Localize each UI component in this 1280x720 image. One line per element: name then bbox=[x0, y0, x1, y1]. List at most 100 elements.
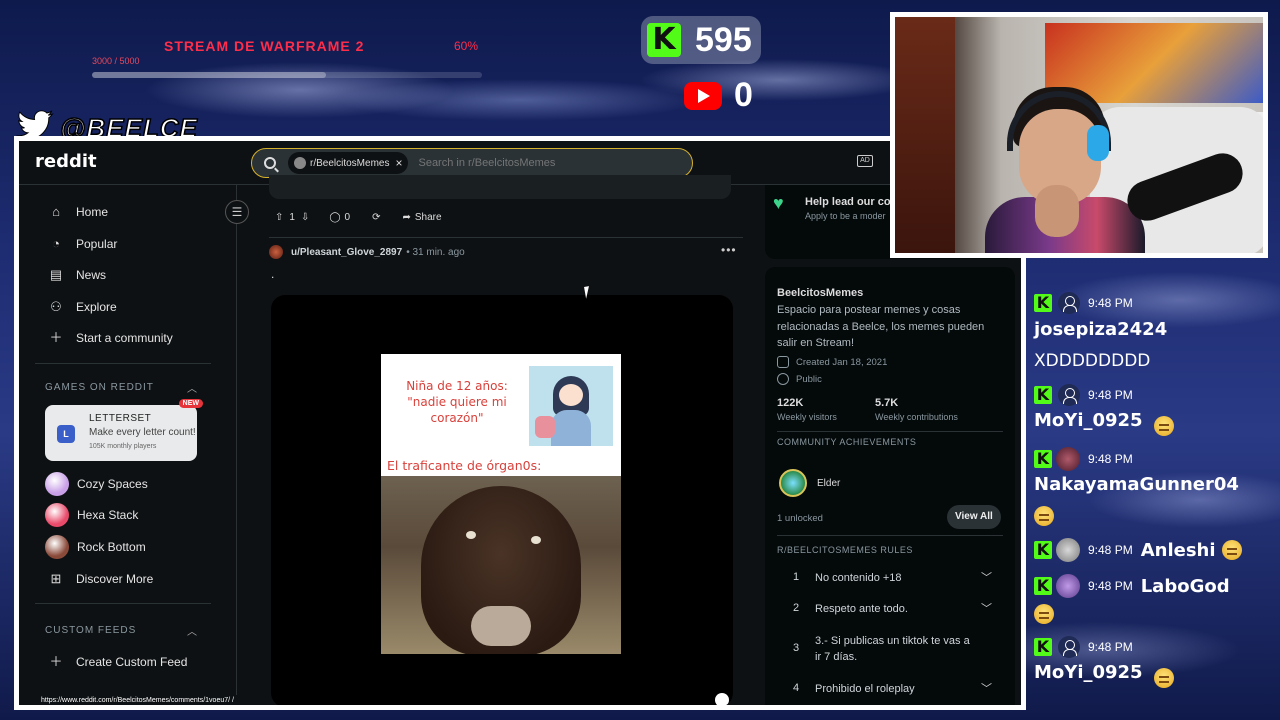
collapse-sidebar-button[interactable]: ☰ bbox=[225, 200, 249, 224]
sidebar-item-label: Rock Bottom bbox=[77, 540, 146, 554]
cozy-spaces-icon bbox=[45, 472, 69, 496]
letterset-icon: L bbox=[57, 425, 75, 443]
achievement-name: Elder bbox=[817, 478, 841, 489]
elder-badge-icon bbox=[779, 469, 807, 497]
achievements-heading: COMMUNITY ACHIEVEMENTS bbox=[777, 437, 917, 447]
chat-username: Anleshi bbox=[1140, 539, 1216, 561]
rule-text: No contenido +18 bbox=[815, 572, 902, 584]
user-avatar[interactable] bbox=[269, 245, 283, 259]
share-button[interactable]: ➦ Share bbox=[395, 205, 450, 229]
weekly-contributions-count: 5.7K bbox=[875, 397, 899, 409]
custom-feeds-heading[interactable]: CUSTOM FEEDS bbox=[45, 625, 136, 636]
create-custom-feed[interactable]: ＋ Create Custom Feed bbox=[49, 655, 187, 670]
sidebar-item-label: News bbox=[76, 268, 107, 282]
rock-bottom-icon bbox=[45, 535, 69, 559]
streamer-hand bbox=[1035, 185, 1079, 237]
community-description: Espacio para postear memes y cosas relac… bbox=[777, 304, 985, 349]
goal-progress-fill bbox=[92, 72, 326, 78]
sidebar-item-rock-bottom[interactable]: Rock Bottom bbox=[45, 535, 146, 559]
chat-username: MoYi_0925 bbox=[1034, 662, 1143, 683]
status-bar-url: https://www.reddit.com/r/BeelcitosMemes/… bbox=[37, 695, 238, 705]
rule-text: 3.- Si publicas un tiktok te vas a ir 7 … bbox=[815, 635, 970, 663]
plus-icon: ＋ bbox=[49, 330, 63, 345]
sad-girl-illustration bbox=[529, 366, 613, 446]
chat-message-header: K 9:48 PM Anleshi bbox=[1034, 538, 1242, 562]
chevron-up-icon[interactable]: ︿ bbox=[187, 380, 197, 395]
sidebar-item-label: Hexa Stack bbox=[77, 508, 139, 522]
user-avatar bbox=[1056, 447, 1080, 471]
upvote-icon[interactable]: ⇧ bbox=[275, 212, 283, 223]
sidebar-item-discover-more[interactable]: ⊞ Discover More bbox=[49, 571, 154, 587]
crosspost-icon: ⟳ bbox=[372, 211, 381, 223]
gamepad-icon: ⊞ bbox=[50, 571, 62, 586]
reddit-logo[interactable]: reddit bbox=[35, 151, 97, 172]
chevron-down-icon[interactable]: ﹀ bbox=[981, 600, 992, 616]
post-time: • 31 min. ago bbox=[406, 246, 465, 258]
visibility: Public bbox=[777, 373, 822, 385]
home-icon: ⌂ bbox=[52, 204, 60, 219]
goal-percent: 60% bbox=[454, 39, 479, 53]
chat-username: LaboGod bbox=[1140, 575, 1230, 597]
chip-label: r/BeelcitosMemes bbox=[310, 157, 390, 169]
post-body: . bbox=[271, 267, 275, 281]
more-options-icon[interactable]: ••• bbox=[721, 243, 737, 257]
explore-icon: ⚇ bbox=[50, 299, 62, 314]
chip-close-icon[interactable]: × bbox=[395, 156, 402, 170]
mouse-cursor bbox=[584, 285, 596, 299]
volume-icon[interactable] bbox=[715, 693, 729, 705]
comments-button[interactable]: ◯ 0 bbox=[321, 205, 358, 229]
sidebar-item-home[interactable]: ⌂ Home bbox=[49, 204, 108, 220]
letterset-title: LETTERSET bbox=[89, 413, 152, 424]
advertise-icon[interactable]: AD bbox=[857, 155, 873, 167]
chat-message-header: K 9:48 PM bbox=[1034, 447, 1133, 471]
webcam-door bbox=[895, 17, 955, 253]
rule-text: Respeto ante todo. bbox=[815, 603, 908, 615]
sidebar-item-explore[interactable]: ⚇ Explore bbox=[49, 299, 117, 315]
weekly-contributions-label: Weekly contributions bbox=[875, 412, 958, 422]
view-all-button[interactable]: View All bbox=[947, 505, 1001, 529]
downvote-icon[interactable]: ⇩ bbox=[301, 212, 309, 223]
sidebar-item-news[interactable]: ▤ News bbox=[49, 267, 107, 283]
dog-eye bbox=[531, 536, 541, 544]
news-icon: ▤ bbox=[49, 267, 63, 282]
smirk-emote-icon bbox=[1034, 506, 1054, 526]
post-header: u/Pleasant_Glove_2897 • 31 min. ago bbox=[269, 245, 465, 259]
chat-username: MoYi_0925 bbox=[1034, 410, 1143, 431]
chat-username: josepiza2424 bbox=[1034, 319, 1168, 340]
kick-follower-counter: K 595 bbox=[641, 16, 761, 64]
community-name: BeelcitosMemes bbox=[777, 287, 864, 299]
webcam-feed bbox=[890, 12, 1268, 258]
sidebar-item-start-community[interactable]: ＋ Start a community bbox=[49, 330, 172, 346]
rule-number: 1 bbox=[793, 571, 800, 583]
search-bar[interactable]: r/BeelcitosMemes × bbox=[251, 148, 693, 178]
letterset-game-card[interactable]: L LETTERSET Make every letter count! 105… bbox=[45, 399, 203, 461]
sidebar-item-popular[interactable]: ◔ Popular bbox=[49, 237, 118, 252]
sidebar-item-label: Popular bbox=[76, 237, 118, 251]
user-avatar bbox=[1056, 574, 1080, 598]
divider bbox=[35, 363, 211, 364]
dog-eye bbox=[466, 531, 476, 539]
chat-text: XDDDDDDDD bbox=[1034, 351, 1151, 371]
kick-badge-icon: K bbox=[1034, 294, 1052, 312]
subreddit-search-chip[interactable]: r/BeelcitosMemes × bbox=[288, 152, 409, 174]
games-section-heading[interactable]: GAMES ON REDDIT bbox=[45, 382, 154, 393]
hexa-stack-icon bbox=[45, 503, 69, 527]
rule-text: Prohibido el roleplay bbox=[815, 683, 915, 695]
crosspost-button[interactable]: ⟳ bbox=[364, 205, 388, 229]
girl-face bbox=[559, 384, 583, 406]
search-input[interactable] bbox=[418, 157, 679, 169]
sidebar-item-label: Cozy Spaces bbox=[77, 477, 148, 491]
kick-badge-icon: K bbox=[1034, 638, 1052, 656]
post-video[interactable]: Niña de 12 años: "nadie quiere mi corazó… bbox=[271, 295, 733, 705]
sidebar-item-cozy-spaces[interactable]: Cozy Spaces bbox=[45, 472, 148, 496]
vote-count: 1 bbox=[289, 211, 295, 223]
post-author[interactable]: u/Pleasant_Glove_2897 bbox=[291, 247, 402, 258]
chevron-down-icon[interactable]: ﹀ bbox=[981, 680, 992, 696]
chevron-down-icon[interactable]: ﹀ bbox=[981, 569, 992, 585]
goal-title: STREAM DE WARFRAME 2 bbox=[164, 38, 365, 54]
chevron-up-icon[interactable]: ︿ bbox=[187, 623, 197, 638]
youtube-logo-icon bbox=[684, 81, 722, 110]
new-badge: NEW bbox=[178, 399, 203, 408]
dog-photo bbox=[381, 476, 621, 654]
sidebar-item-hexa-stack[interactable]: Hexa Stack bbox=[45, 503, 138, 527]
